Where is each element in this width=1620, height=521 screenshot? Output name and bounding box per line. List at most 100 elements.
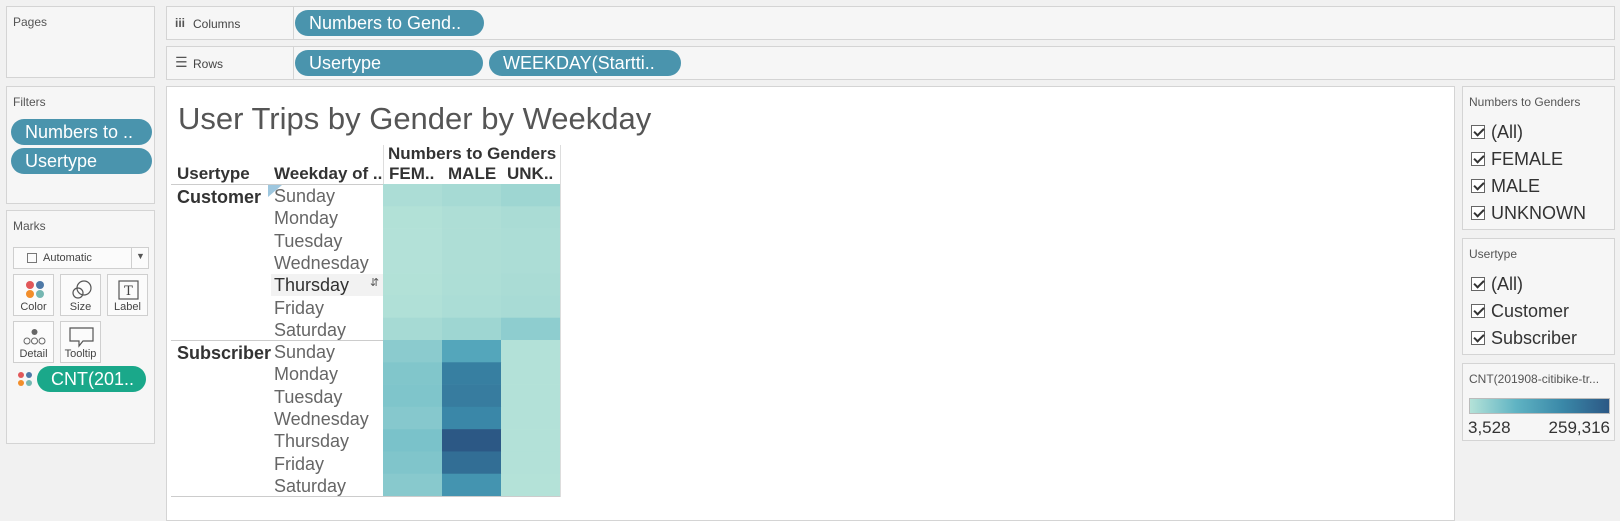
checkbox-checked-icon[interactable] <box>1471 304 1485 318</box>
marks-color-label: Color <box>20 301 47 313</box>
mark-type-dropdown[interactable]: Automatic ▼ <box>13 247 149 269</box>
weekday-row-label[interactable]: Friday <box>274 454 324 475</box>
heatmap-cell[interactable] <box>501 295 560 319</box>
heatmap-cell[interactable] <box>442 184 502 207</box>
heatmap-cell[interactable] <box>501 206 560 229</box>
heatmap-cell[interactable] <box>442 206 502 229</box>
heatmap-cell[interactable] <box>383 250 443 274</box>
usertype-column-header[interactable]: Usertype <box>177 164 250 184</box>
columns-shelf[interactable]: iii Columns Numbers to Gend.. <box>166 6 1615 40</box>
heatmap-cell[interactable] <box>383 406 443 430</box>
filter-pill-usertype[interactable]: Usertype <box>11 148 152 174</box>
usertype-row-header-subscriber[interactable]: Subscriber <box>177 343 271 364</box>
marks-field-pill-count[interactable]: CNT(201.. <box>37 366 146 392</box>
mark-type-label: Automatic <box>43 252 92 264</box>
heatmap-cell[interactable] <box>383 317 443 341</box>
usertype-row-header-customer[interactable]: Customer <box>177 187 261 208</box>
heatmap-cell[interactable] <box>501 184 560 207</box>
gender-filter-item-male[interactable]: MALE <box>1471 175 1540 197</box>
weekday-row-label[interactable]: Saturday <box>274 476 346 497</box>
gender-filter-item-unknown[interactable]: UNKNOWN <box>1471 202 1586 224</box>
heatmap-cell[interactable] <box>442 317 502 341</box>
resize-handle-icon[interactable] <box>268 185 282 197</box>
heatmap-cell[interactable] <box>442 384 502 408</box>
heatmap-cell[interactable] <box>442 451 502 475</box>
heatmap-cell[interactable] <box>383 340 443 363</box>
checkbox-checked-icon[interactable] <box>1471 179 1485 193</box>
heatmap-cell[interactable] <box>501 250 560 274</box>
heatmap-cell[interactable] <box>442 406 502 430</box>
checkbox-checked-icon[interactable] <box>1471 206 1485 220</box>
usertype-filter-item-subscriber[interactable]: Subscriber <box>1471 327 1577 349</box>
gender-header-unknown[interactable]: UNK.. <box>507 164 553 184</box>
heatmap-cell[interactable] <box>501 406 560 430</box>
usertype-filter-item-all[interactable]: (All) <box>1471 273 1523 295</box>
usertype-filter-card: Usertype (All) Customer Subscriber <box>1462 238 1615 355</box>
columns-pill-gender[interactable]: Numbers to Gend.. <box>295 10 484 36</box>
heatmap-cell[interactable] <box>501 451 560 475</box>
heatmap-cell[interactable] <box>383 451 443 475</box>
gender-filter-item-all[interactable]: (All) <box>1471 121 1523 143</box>
heatmap-cell[interactable] <box>383 295 443 319</box>
checkbox-checked-icon[interactable] <box>1471 277 1485 291</box>
marks-color-button[interactable]: Color <box>13 274 54 316</box>
heatmap-cell[interactable] <box>501 273 560 296</box>
weekday-row-label[interactable]: Tuesday <box>274 231 342 252</box>
heatmap-cell[interactable] <box>383 384 443 408</box>
genders-group-header[interactable]: Numbers to Genders <box>388 144 556 164</box>
checkbox-checked-icon[interactable] <box>1471 331 1485 345</box>
gender-filter-item-female[interactable]: FEMALE <box>1471 148 1563 170</box>
marks-tooltip-button[interactable]: Tooltip <box>60 321 101 363</box>
gender-header-male[interactable]: MALE <box>448 164 496 184</box>
rows-pill-weekday[interactable]: WEEKDAY(Startti.. <box>489 50 681 76</box>
marks-size-button[interactable]: Size <box>60 274 101 316</box>
usertype-filter-item-customer[interactable]: Customer <box>1471 300 1569 322</box>
heatmap-cell[interactable] <box>442 273 502 296</box>
heatmap-cell[interactable] <box>501 473 560 496</box>
heatmap-cell[interactable] <box>501 317 560 341</box>
heatmap-cell[interactable] <box>383 228 443 252</box>
checkbox-checked-icon[interactable] <box>1471 125 1485 139</box>
weekday-row-label[interactable]: Wednesday <box>274 253 369 274</box>
weekday-row-label[interactable]: Sunday <box>274 342 335 363</box>
heatmap-cell[interactable] <box>383 184 443 207</box>
heatmap-cell[interactable] <box>501 429 560 452</box>
heatmap-cell[interactable] <box>442 429 502 452</box>
weekday-row-label[interactable]: Saturday <box>274 320 346 341</box>
marks-label-button[interactable]: T Label <box>107 274 148 316</box>
chevron-down-icon[interactable]: ▼ <box>136 251 145 261</box>
heatmap-cell[interactable] <box>442 250 502 274</box>
filter-pill-gender[interactable]: Numbers to .. <box>11 119 152 145</box>
weekday-row-label[interactable]: Thursday <box>274 431 349 452</box>
marks-detail-button[interactable]: Detail <box>13 321 54 363</box>
heatmap-cell[interactable] <box>383 362 443 385</box>
heatmap-cell[interactable] <box>501 384 560 408</box>
heatmap-cell[interactable] <box>442 362 502 385</box>
weekday-row-label[interactable]: Friday <box>274 298 324 319</box>
heatmap-cell[interactable] <box>501 340 560 363</box>
row-hover-highlight <box>271 274 383 296</box>
heatmap-cell[interactable] <box>501 362 560 385</box>
heatmap-cell[interactable] <box>383 206 443 229</box>
weekday-column-header[interactable]: Weekday of .. <box>274 164 384 184</box>
heatmap-cell[interactable] <box>442 473 502 496</box>
weekday-row-label[interactable]: Tuesday <box>274 387 342 408</box>
rows-pill-usertype[interactable]: Usertype <box>295 50 483 76</box>
heatmap-cell[interactable] <box>383 429 443 452</box>
worksheet-view: User Trips by Gender by Weekday Usertype… <box>166 86 1455 521</box>
heatmap-cell[interactable] <box>383 473 443 496</box>
gender-header-female[interactable]: FEM.. <box>389 164 434 184</box>
marks-tooltip-label: Tooltip <box>64 348 97 360</box>
rows-shelf[interactable]: ☰ Rows Usertype WEEKDAY(Startti.. <box>166 46 1615 80</box>
heatmap-cell[interactable] <box>442 228 502 252</box>
checkbox-checked-icon[interactable] <box>1471 152 1485 166</box>
weekday-row-label[interactable]: Sunday <box>274 186 335 207</box>
heatmap-cell[interactable] <box>501 228 560 252</box>
heatmap-cell[interactable] <box>442 340 502 363</box>
sort-icon[interactable]: ⇵ <box>370 276 379 289</box>
heatmap-cell[interactable] <box>442 295 502 319</box>
heatmap-cell[interactable] <box>383 273 443 296</box>
weekday-row-label[interactable]: Monday <box>274 364 338 385</box>
weekday-row-label[interactable]: Monday <box>274 208 338 229</box>
weekday-row-label[interactable]: Wednesday <box>274 409 369 430</box>
